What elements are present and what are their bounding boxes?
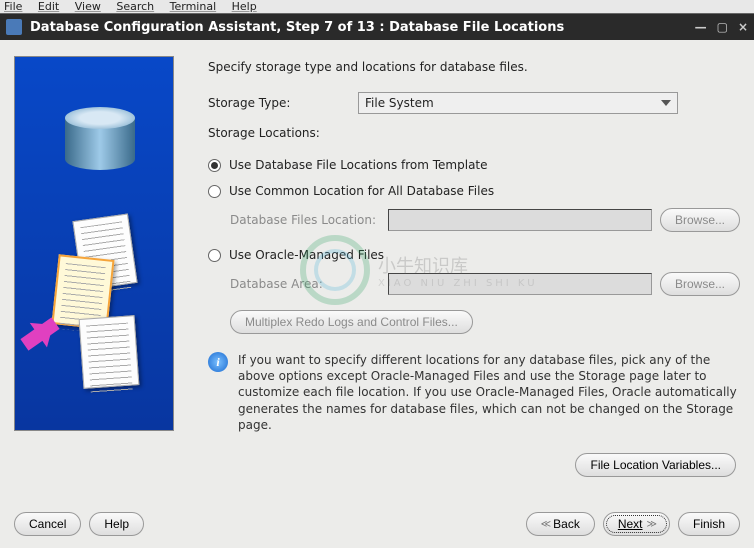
back-button[interactable]: ≪ Back [526, 512, 595, 536]
radio-icon [208, 159, 221, 172]
client-area: Specify storage type and locations for d… [0, 40, 754, 548]
paper-icon [79, 315, 140, 389]
back-label: Back [553, 517, 580, 531]
menu-edit[interactable]: Edit [38, 0, 59, 13]
instruction-text: Specify storage type and locations for d… [208, 60, 740, 74]
next-button[interactable]: Next ≫ [603, 512, 670, 536]
menu-terminal[interactable]: Terminal [170, 0, 217, 13]
storage-type-select[interactable]: File System [358, 92, 678, 114]
info-text: If you want to specify different locatio… [238, 352, 740, 433]
arrow-icon [20, 317, 59, 350]
menu-view[interactable]: View [75, 0, 101, 13]
db-area-input[interactable] [388, 273, 652, 295]
file-location-variables-button[interactable]: File Location Variables... [575, 453, 736, 477]
chevron-left-icon: ≪ [541, 519, 549, 530]
menu-file[interactable]: File [4, 0, 22, 13]
finish-button[interactable]: Finish [678, 512, 740, 536]
footer: Cancel Help ≪ Back Next ≫ Finish [14, 512, 740, 536]
help-button[interactable]: Help [89, 512, 144, 536]
minimize-icon[interactable]: — [695, 20, 707, 34]
radio-omf[interactable]: Use Oracle-Managed Files [208, 248, 740, 262]
browse-omf-button[interactable]: Browse... [660, 272, 740, 296]
radio-common[interactable]: Use Common Location for All Database Fil… [208, 184, 740, 198]
close-icon[interactable]: × [738, 20, 748, 34]
radio-icon [208, 185, 221, 198]
next-label: Next [618, 517, 643, 531]
cancel-button[interactable]: Cancel [14, 512, 81, 536]
storage-type-value: File System [365, 96, 434, 110]
chevron-down-icon [661, 100, 671, 111]
menubar[interactable]: File Edit View Search Terminal Help [0, 0, 754, 14]
radio-template-label: Use Database File Locations from Templat… [229, 158, 488, 172]
radio-common-label: Use Common Location for All Database Fil… [229, 184, 494, 198]
radio-omf-label: Use Oracle-Managed Files [229, 248, 384, 262]
db-files-location-label: Database Files Location: [230, 213, 380, 227]
app-icon [6, 19, 22, 35]
radio-template[interactable]: Use Database File Locations from Templat… [208, 158, 740, 172]
db-files-location-input[interactable] [388, 209, 652, 231]
browse-common-button[interactable]: Browse... [660, 208, 740, 232]
titlebar: Database Configuration Assistant, Step 7… [0, 14, 754, 40]
storage-type-label: Storage Type: [208, 96, 358, 110]
wizard-illustration [14, 56, 174, 431]
maximize-icon[interactable]: ▢ [717, 20, 728, 34]
chevron-right-icon: ≫ [647, 519, 655, 530]
menu-search[interactable]: Search [116, 0, 154, 13]
menu-help[interactable]: Help [232, 0, 257, 13]
db-area-label: Database Area: [230, 277, 380, 291]
multiplex-button[interactable]: Multiplex Redo Logs and Control Files... [230, 310, 473, 334]
window-title: Database Configuration Assistant, Step 7… [30, 20, 695, 35]
storage-locations-label: Storage Locations: [208, 126, 358, 140]
info-icon: i [208, 352, 228, 372]
radio-icon [208, 249, 221, 262]
